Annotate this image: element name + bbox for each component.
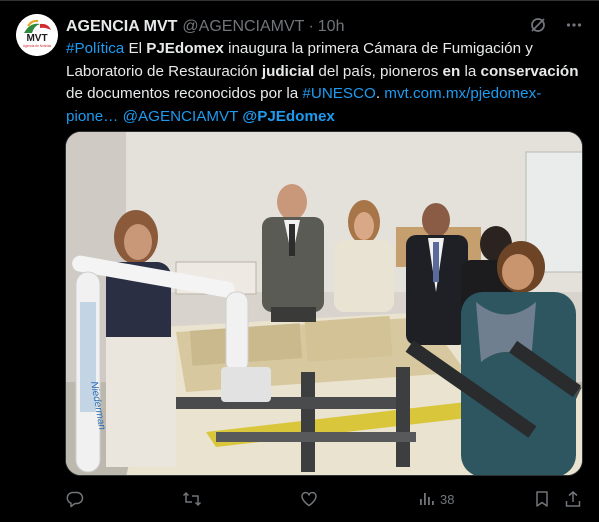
bookmark-icon	[536, 491, 548, 507]
bookmark-button[interactable]	[534, 485, 550, 513]
views-count: 38	[440, 491, 455, 507]
tweet-actions: 38	[66, 485, 586, 513]
photo-scene: Niederman	[66, 132, 582, 475]
mention-pjedomex[interactable]: @PJEdomex	[242, 108, 334, 125]
heart-icon	[301, 491, 317, 507]
timestamp[interactable]: 10h	[318, 18, 345, 36]
hashtag-unesco[interactable]: #UNESCO	[302, 85, 375, 102]
bold-conservacion: conservación	[480, 62, 579, 80]
text-segment: del país, pioneros	[314, 62, 443, 80]
author-handle[interactable]: @AGENCIAMVT	[182, 18, 304, 36]
text-segment: de documentos reconocidos por la	[66, 85, 303, 102]
separator: ·	[308, 18, 314, 35]
analytics-icon	[420, 493, 434, 505]
hashtag-politica[interactable]: #Política	[66, 40, 124, 57]
mention-agenciamvt[interactable]: @AGENCIAMVT	[123, 108, 239, 125]
header-icons	[529, 16, 583, 38]
avatar-text: MVT	[26, 33, 47, 44]
bold-en: en	[442, 62, 461, 80]
text-segment: la	[460, 62, 481, 80]
bold-judicial: judicial	[261, 62, 315, 80]
reply-icon	[66, 491, 84, 508]
share-button[interactable]	[564, 485, 582, 513]
bold-pjedomex: PJEdomex	[146, 40, 224, 57]
author-name[interactable]: AGENCIA MVT	[66, 18, 177, 36]
tweet-text: #Política El PJEdomex inaugura la primer…	[66, 38, 586, 128]
retweet-button[interactable]	[182, 485, 202, 513]
avatar[interactable]: MVT Agencia de Noticias	[16, 14, 58, 56]
tweet-card[interactable]: MVT Agencia de Noticias AGENCIA MVT @AGE…	[0, 0, 599, 522]
more-options-icon[interactable]	[565, 16, 583, 39]
like-button[interactable]	[300, 485, 318, 513]
reply-button[interactable]	[66, 485, 84, 513]
agency-logo-icon: MVT Agencia de Noticias	[16, 14, 58, 56]
text-segment: El	[124, 40, 147, 57]
share-icon	[565, 491, 581, 507]
views-button[interactable]: 38	[417, 485, 454, 513]
retweet-icon	[182, 491, 202, 507]
divider	[0, 0, 599, 1]
tweet-photo[interactable]: Niederman	[65, 131, 583, 476]
avatar-subtext: Agencia de Noticias	[23, 44, 52, 48]
tweet-header: AGENCIA MVT @AGENCIAMVT · 10h	[66, 16, 583, 38]
grok-icon[interactable]	[529, 16, 547, 39]
